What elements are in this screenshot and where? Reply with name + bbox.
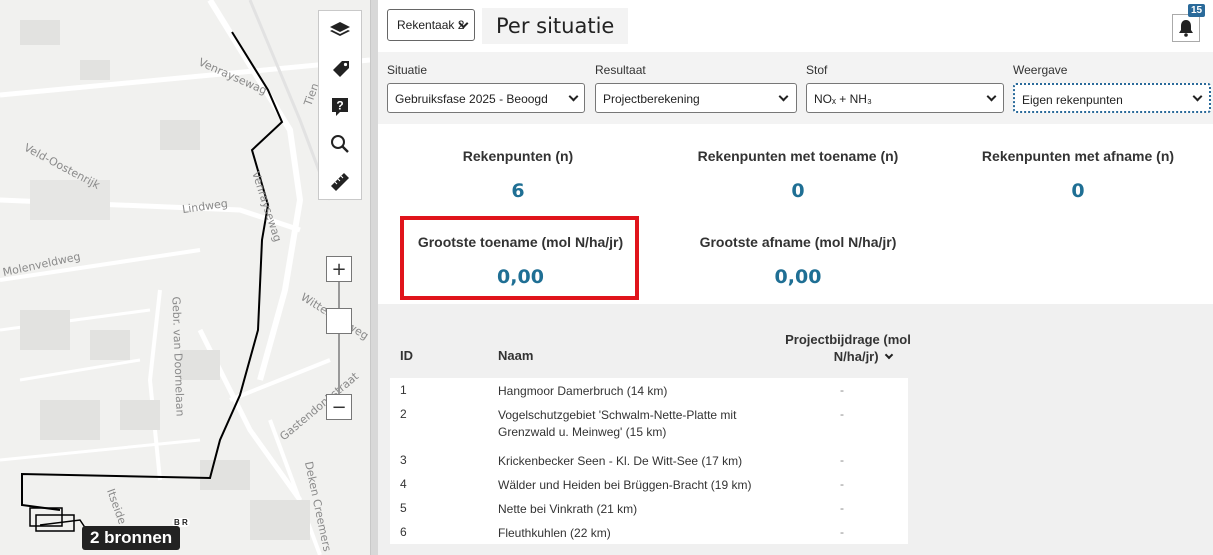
info-button[interactable]: ? bbox=[319, 87, 361, 125]
situatie-label: Situatie bbox=[387, 63, 428, 77]
zoom-in-button[interactable]: + bbox=[326, 256, 352, 282]
stat-rekenpunten: Rekenpunten (n) 6 bbox=[418, 148, 618, 202]
stat-label: Rekenpunten (n) bbox=[462, 148, 574, 164]
cell-projectbijdrage: - bbox=[840, 525, 844, 539]
results-panel: Rekentaak 2 Per situatie 15 Situatie Geb… bbox=[378, 0, 1213, 555]
cell-naam: Nette bei Vinkrath (21 km) bbox=[498, 502, 638, 516]
layers-icon bbox=[330, 22, 350, 36]
stat-label: Rekenpunten met toename (n) bbox=[697, 148, 899, 164]
results-table: ID Naam Projectbijdrage (mol N/ha/jr) 1 … bbox=[378, 304, 1213, 555]
stat-value: 0 bbox=[1071, 180, 1085, 202]
column-header-label: Projectbijdrage (mol bbox=[785, 332, 911, 347]
stat-toename: Rekenpunten met toename (n) 0 bbox=[678, 148, 918, 202]
stat-grootste-toename: Grootste toename (mol N/ha/jr) 0,00 bbox=[408, 234, 633, 288]
table-row[interactable]: 3 Krickenbecker Seen - Kl. De Witt-See (… bbox=[390, 448, 908, 472]
stat-label: Grootste toename (mol N/ha/jr) bbox=[417, 234, 624, 250]
stats-summary: Rekenpunten (n) 6 Rekenpunten met toenam… bbox=[378, 124, 1213, 304]
cell-id: 3 bbox=[400, 453, 407, 467]
table-row[interactable]: 4 Wälder und Heiden bei Brüggen-Bracht (… bbox=[390, 472, 908, 496]
sources-badge[interactable]: 2 bronnen bbox=[82, 526, 181, 550]
stat-grootste-afname: Grootste afname (mol N/ha/jr) 0,00 bbox=[678, 234, 918, 288]
table-row[interactable]: 1 Hangmoor Damerbruch (14 km) - bbox=[390, 378, 908, 402]
stat-value: 0,00 bbox=[774, 266, 822, 288]
bell-icon bbox=[1179, 20, 1193, 37]
resultaat-label: Resultaat bbox=[595, 63, 646, 77]
notification-badge: 15 bbox=[1188, 4, 1206, 17]
tag-icon bbox=[333, 61, 349, 77]
cell-naam: Krickenbecker Seen - Kl. De Witt-See (17… bbox=[498, 454, 743, 468]
page-title: Per situatie bbox=[482, 8, 629, 44]
stat-value: 0 bbox=[791, 180, 805, 202]
table-row[interactable]: 2 Vogelschutzgebiet 'Schwalm-Nette-Platt… bbox=[390, 402, 908, 448]
column-header-id[interactable]: ID bbox=[400, 348, 413, 363]
weergave-select[interactable]: Eigen rekenpunten bbox=[1013, 83, 1211, 113]
stat-value: 0,00 bbox=[497, 266, 544, 288]
filter-bar: Situatie Gebruiksfase 2025 - Beoogd Resu… bbox=[378, 52, 1213, 124]
calc-task-select[interactable]: Rekentaak 2 bbox=[387, 9, 475, 41]
table-body: 1 Hangmoor Damerbruch (14 km) - 2 Vogels… bbox=[390, 378, 908, 544]
table-header: ID Naam Projectbijdrage (mol N/ha/jr) bbox=[378, 304, 911, 378]
column-header-naam[interactable]: Naam bbox=[498, 348, 533, 363]
panel-header: Rekentaak 2 Per situatie 15 bbox=[378, 0, 1213, 52]
weergave-value: Eigen rekenpunten bbox=[1022, 93, 1123, 107]
measure-button[interactable] bbox=[319, 163, 361, 201]
chevron-down-icon bbox=[778, 91, 789, 102]
chevron-down-icon bbox=[1192, 91, 1203, 102]
column-header-label: N/ha/jr) bbox=[833, 349, 879, 364]
cell-naam: Wälder und Heiden bei Brüggen-Bracht (19… bbox=[498, 478, 752, 492]
stat-label: Grootste afname (mol N/ha/jr) bbox=[699, 234, 897, 250]
cell-id: 1 bbox=[400, 383, 407, 397]
cell-naam: Hangmoor Damerbruch (14 km) bbox=[498, 384, 668, 398]
search-icon bbox=[331, 135, 349, 153]
cell-naam: Fleuthkuhlen (22 km) bbox=[498, 526, 611, 540]
search-button[interactable] bbox=[319, 125, 361, 163]
stat-label: Rekenpunten met afname (n) bbox=[981, 148, 1175, 164]
notifications-button[interactable] bbox=[1172, 14, 1200, 42]
layers-button[interactable] bbox=[319, 11, 361, 49]
zoom-control: + − bbox=[326, 256, 352, 420]
table-row[interactable]: 6 Fleuthkuhlen (22 km) - bbox=[390, 520, 908, 544]
cell-naam: Vogelschutzgebiet 'Schwalm-Nette-Platte … bbox=[498, 408, 737, 439]
panel-splitter[interactable] bbox=[370, 0, 378, 555]
situatie-value: Gebruiksfase 2025 - Beoogd bbox=[395, 92, 548, 106]
minus-icon: − bbox=[331, 396, 347, 418]
cell-projectbijdrage: - bbox=[840, 477, 844, 491]
cell-projectbijdrage: - bbox=[840, 501, 844, 515]
table-row[interactable]: 5 Nette bei Vinkrath (21 km) - bbox=[390, 496, 908, 520]
map-view[interactable]: Venraysewag Tien Veld-Oostenrijk Lindweg… bbox=[0, 0, 370, 555]
ruler-icon bbox=[331, 173, 349, 191]
stat-afname: Rekenpunten met afname (n) 0 bbox=[958, 148, 1198, 202]
question-icon: ? bbox=[332, 98, 348, 116]
source-markers bbox=[29, 507, 91, 536]
stof-select[interactable]: NOₓ + NH₃ bbox=[806, 83, 1004, 113]
zoom-out-button[interactable]: − bbox=[326, 394, 352, 420]
column-header-projectbijdrage[interactable]: Projectbijdrage (mol N/ha/jr) bbox=[772, 331, 924, 365]
column-header-label-line2: N/ha/jr) bbox=[772, 348, 924, 365]
calc-task-value: Rekentaak 2 bbox=[397, 18, 465, 32]
zoom-slider[interactable] bbox=[326, 282, 352, 394]
resultaat-value: Projectberekening bbox=[603, 92, 700, 106]
cell-id: 4 bbox=[400, 477, 407, 491]
situatie-select[interactable]: Gebruiksfase 2025 - Beoogd bbox=[387, 83, 585, 113]
cell-id: 5 bbox=[400, 501, 407, 515]
chevron-down-icon bbox=[568, 91, 579, 102]
plus-icon: + bbox=[331, 258, 347, 280]
resultaat-select[interactable]: Projectberekening bbox=[595, 83, 797, 113]
stof-label: Stof bbox=[806, 63, 828, 77]
cell-projectbijdrage: - bbox=[840, 383, 844, 397]
cell-projectbijdrage: - bbox=[840, 453, 844, 467]
svg-text:?: ? bbox=[336, 99, 343, 113]
sort-chevron-icon bbox=[884, 350, 894, 360]
cell-id: 6 bbox=[400, 525, 407, 539]
chevron-down-icon bbox=[986, 91, 997, 102]
weergave-label: Weergave bbox=[1013, 63, 1068, 77]
labels-button[interactable] bbox=[319, 49, 361, 87]
map-toolbar: ? bbox=[318, 10, 362, 200]
stof-value: NOₓ + NH₃ bbox=[814, 92, 872, 106]
zoom-slider-handle[interactable] bbox=[326, 308, 352, 334]
cell-projectbijdrage: - bbox=[840, 407, 844, 421]
stat-value: 6 bbox=[511, 180, 525, 202]
cell-id: 2 bbox=[400, 407, 407, 421]
